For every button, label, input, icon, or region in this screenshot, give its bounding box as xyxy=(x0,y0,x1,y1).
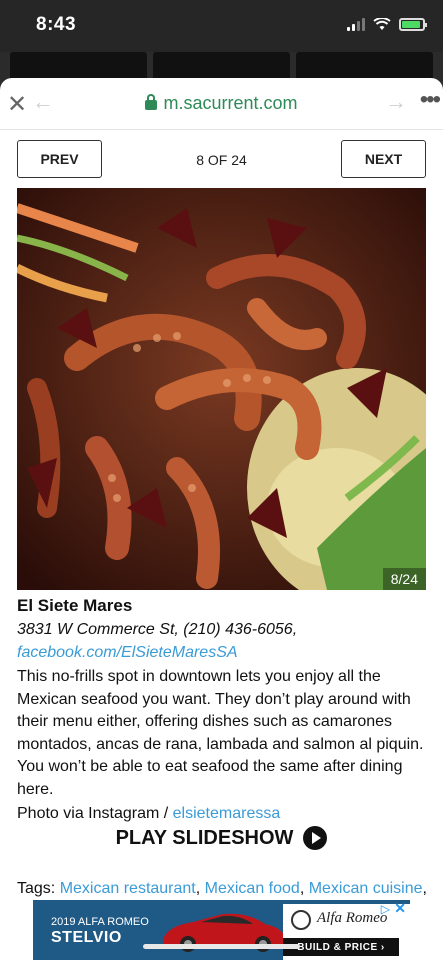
tag-link[interactable]: Mexican restaurant xyxy=(60,880,196,897)
photo-credit-prefix: Photo via Instagram / xyxy=(17,805,173,822)
restaurant-address: 3831 W Commerce St, (210) 436-6056, xyxy=(17,621,298,638)
play-slideshow-button[interactable]: PLAY SLIDESHOW xyxy=(0,826,443,850)
photo-counter-badge: 8/24 xyxy=(382,568,426,590)
ad-brand-name: Alfa Romeo xyxy=(317,910,388,926)
tag-link[interactable]: Mexican cuisine xyxy=(309,880,423,897)
close-ad-icon[interactable]: ✕ xyxy=(394,900,406,917)
tags-label: Tags: xyxy=(17,880,60,897)
arrow-right-icon[interactable]: → xyxy=(385,89,407,115)
status-icons xyxy=(347,18,427,31)
instagram-link[interactable]: elsietemaressa xyxy=(173,805,281,822)
photo-credit: Photo via Instagram / elsietemaressa xyxy=(17,802,429,825)
octopus-dish-image xyxy=(17,188,426,590)
ad-model-name: STELVIO xyxy=(51,929,122,946)
ad-brand-panel: Alfa Romeo BUILD & PRICE › xyxy=(283,904,410,960)
restaurant-title: El Siete Mares xyxy=(17,596,133,615)
url-field[interactable]: m.sacurrent.com xyxy=(0,93,443,114)
url-text: m.sacurrent.com xyxy=(163,93,298,113)
battery-icon xyxy=(399,18,427,31)
facebook-link[interactable]: facebook.com/ElSieteMaresSA xyxy=(17,641,429,664)
more-icon[interactable]: ••• xyxy=(420,86,441,114)
play-icon xyxy=(303,826,328,850)
slideshow-pager: PREV 8 OF 24 NEXT xyxy=(0,130,443,188)
status-time: 8:43 xyxy=(36,14,77,35)
adchoices-icon[interactable]: ▷ xyxy=(381,902,390,916)
lock-icon xyxy=(145,94,158,110)
article-content: El Siete Mares 3831 W Commerce St, (210)… xyxy=(17,596,429,825)
banner-ad[interactable]: 2019 ALFA ROMEO STELVIO Alfa Romeo BUILD… xyxy=(33,900,410,960)
build-price-button[interactable]: BUILD & PRICE › xyxy=(283,938,399,956)
tags-line: Tags: Mexican restaurant, Mexican food, … xyxy=(17,880,427,897)
slide-photo: 8/24 xyxy=(17,188,426,590)
browser-sheet: ✕ ← m.sacurrent.com → ••• PREV 8 OF 24 N… xyxy=(0,78,443,960)
signal-icon xyxy=(347,18,365,31)
tag-link[interactable]: Mexican food xyxy=(205,880,300,897)
wifi-icon xyxy=(373,18,391,30)
play-slideshow-label: PLAY SLIDESHOW xyxy=(115,826,294,849)
status-bar: 8:43 xyxy=(0,0,443,52)
home-indicator[interactable] xyxy=(143,944,300,949)
restaurant-description: This no-frills spot in downtown lets you… xyxy=(17,668,424,798)
next-button[interactable]: NEXT xyxy=(341,140,426,178)
url-bar: ✕ ← m.sacurrent.com → ••• xyxy=(0,78,443,130)
ad-model-year: 2019 ALFA ROMEO xyxy=(51,916,149,928)
alfa-romeo-emblem-icon xyxy=(291,910,311,930)
